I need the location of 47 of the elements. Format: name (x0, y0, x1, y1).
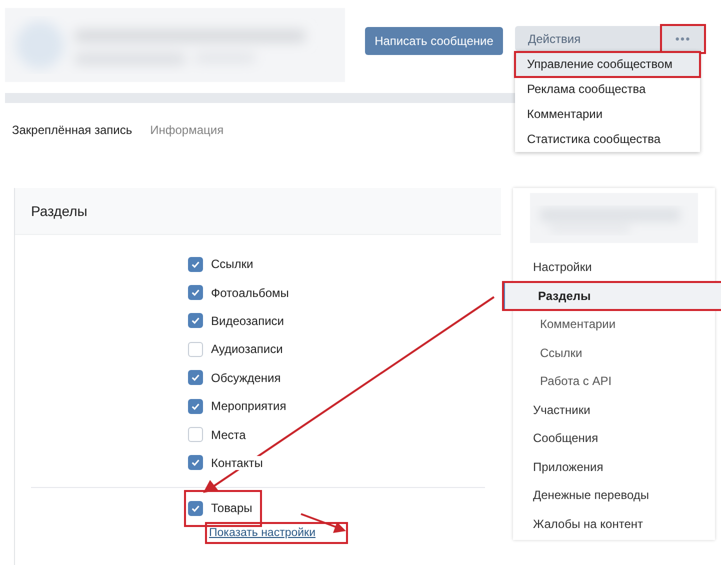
checkmark-icon (191, 504, 200, 513)
show-settings-link[interactable]: Показать настройки (207, 524, 346, 542)
checkbox-label: Обсуждения (211, 370, 281, 385)
checkbox-label: Товары (211, 501, 252, 516)
write-message-button[interactable]: Написать сообщение (365, 27, 503, 55)
sidebar-item[interactable]: Участники (513, 396, 715, 424)
sidebar-item[interactable]: Комментарии (513, 310, 715, 338)
checkbox[interactable] (188, 455, 203, 470)
actions-dropdown[interactable]: Действия ••• (515, 26, 705, 51)
sidebar-item[interactable]: Разделы (503, 282, 721, 310)
checkbox-row[interactable]: Товары (188, 494, 258, 523)
checkbox-label: Ссылки (211, 257, 254, 272)
checkbox[interactable] (188, 285, 203, 300)
card-title: Разделы (31, 203, 88, 219)
menu-item[interactable]: Комментарии (515, 102, 700, 127)
actions-label: Действия (528, 32, 581, 46)
tab[interactable]: Закреплённая запись (12, 121, 132, 139)
checkbox-label: Мероприятия (211, 399, 286, 414)
checkmark-icon (191, 402, 200, 411)
checkbox[interactable] (188, 370, 203, 386)
checkbox-label: Аудиозаписи (211, 342, 283, 356)
checkbox[interactable] (188, 398, 203, 414)
sidebar-item[interactable]: Работа с API (513, 367, 715, 396)
checkmark-icon (191, 458, 200, 468)
menu-item[interactable]: Реклама сообщества (515, 77, 700, 102)
sidebar-item[interactable]: Жалобы на контент (513, 510, 715, 538)
checkmark-icon (191, 288, 200, 298)
checkbox-label: Фотоальбомы (211, 286, 289, 300)
sidebar-item[interactable]: Сообщения (513, 424, 715, 452)
checkbox[interactable] (188, 342, 203, 357)
checkbox[interactable] (188, 256, 203, 272)
checkbox-label: Контакты (211, 456, 263, 470)
sidebar-item[interactable]: Ссылки (513, 338, 715, 367)
tab[interactable]: Информация (150, 121, 224, 139)
checkmark-icon (191, 260, 200, 269)
sidebar-item[interactable]: Денежные переводы (513, 481, 715, 510)
checkmark-icon (191, 373, 200, 382)
sidebar-item[interactable]: Приложения (513, 452, 715, 481)
checkbox[interactable] (188, 500, 203, 516)
checkbox-label: Видеозаписи (211, 314, 284, 328)
checkbox[interactable] (188, 313, 203, 328)
checkbox-label: Места (211, 428, 246, 442)
checkbox[interactable] (188, 427, 203, 442)
menu-item[interactable]: Статистика сообщества (515, 127, 700, 152)
sidebar-item[interactable]: Настройки (513, 253, 715, 282)
menu-item[interactable]: Управление сообществом (515, 52, 700, 77)
checkmark-icon (191, 316, 200, 326)
